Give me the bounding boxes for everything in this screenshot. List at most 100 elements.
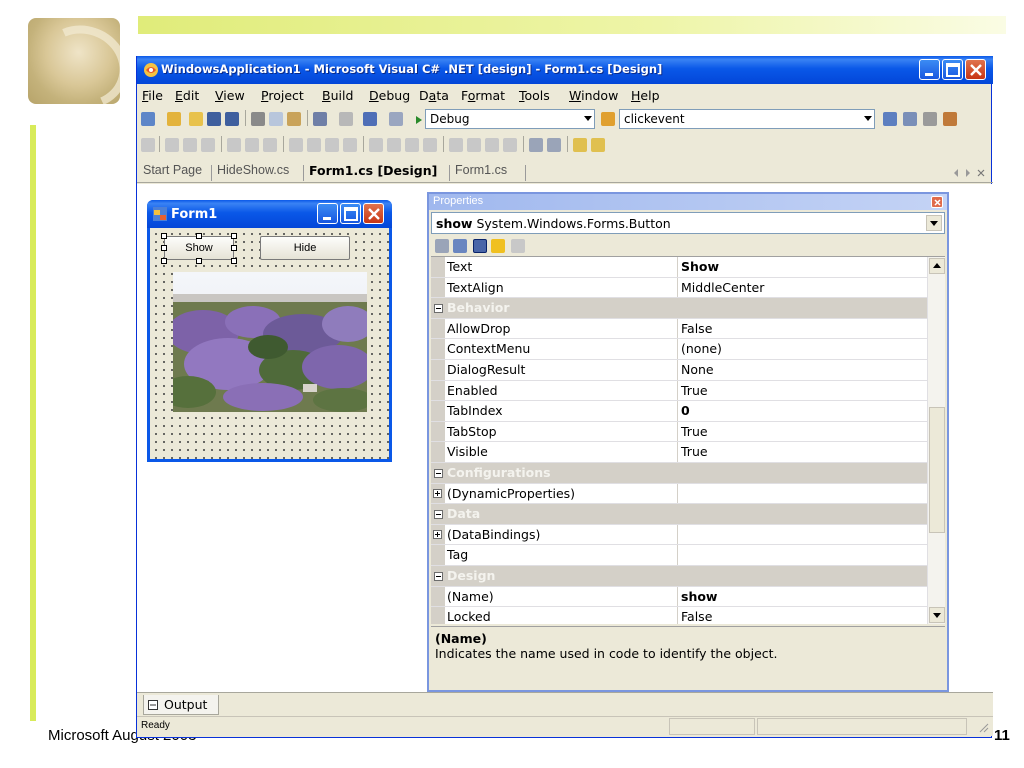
design-surface[interactable]: Form1 Show Hide Properties show System.W… (137, 184, 993, 692)
horizontal-spacing-icon[interactable] (369, 138, 383, 152)
scrollbar-thumb[interactable] (929, 407, 945, 533)
tab-form1-cs[interactable]: Form1.cs (455, 163, 507, 177)
send-to-back-icon[interactable] (591, 138, 605, 152)
object-selector-dropdown[interactable] (926, 215, 942, 231)
form1-maximize-button[interactable] (340, 203, 361, 224)
menu-window[interactable]: Window (569, 88, 618, 103)
find-icon[interactable] (601, 112, 615, 126)
navigate-forward-icon[interactable] (389, 112, 403, 126)
maximize-button[interactable] (942, 59, 963, 80)
remove-vertical-spacing-icon[interactable] (503, 138, 517, 152)
property-value[interactable]: True (681, 444, 708, 459)
object-selector-combo[interactable]: show System.Windows.Forms.Button (431, 212, 945, 234)
property-value[interactable]: 0 (681, 403, 690, 418)
align-middle-icon[interactable] (245, 138, 259, 152)
align-right-icon[interactable] (201, 138, 215, 152)
vertical-spacing-icon[interactable] (449, 138, 463, 152)
increase-vertical-spacing-icon[interactable] (467, 138, 481, 152)
minimize-button[interactable] (919, 59, 940, 80)
center-horizontally-icon[interactable] (529, 138, 543, 152)
menu-file[interactable]: File (142, 88, 163, 103)
property-row[interactable]: AllowDrop False (431, 318, 927, 340)
find-combo[interactable]: clickevent (619, 109, 875, 129)
resize-handle[interactable] (161, 258, 167, 264)
save-all-icon[interactable] (225, 112, 239, 126)
align-to-grid-icon[interactable] (141, 138, 155, 152)
expand-icon[interactable] (433, 488, 442, 498)
property-value[interactable]: (none) (681, 341, 722, 356)
form1-close-button[interactable] (363, 203, 384, 224)
property-value[interactable]: False (681, 321, 712, 336)
expand-icon[interactable] (433, 529, 442, 539)
collapse-icon[interactable] (434, 510, 443, 520)
decrease-horizontal-spacing-icon[interactable] (405, 138, 419, 152)
solution-config-combo[interactable]: Debug (425, 109, 595, 129)
property-row[interactable]: Visible True (431, 442, 927, 463)
tab-start-page[interactable]: Start Page (143, 163, 202, 177)
new-project-icon[interactable] (141, 112, 155, 126)
window-titlebar[interactable]: WindowsApplication1 - Microsoft Visual C… (137, 56, 993, 84)
properties-window-icon[interactable] (903, 112, 917, 126)
paste-icon[interactable] (287, 112, 301, 126)
property-row[interactable]: TabIndex 0 (431, 401, 927, 422)
property-category[interactable]: Behavior (431, 298, 927, 319)
solution-explorer-icon[interactable] (883, 112, 897, 126)
decrease-vertical-spacing-icon[interactable] (485, 138, 499, 152)
center-vertically-icon[interactable] (547, 138, 561, 152)
property-row[interactable]: TabStop True (431, 421, 927, 443)
tab-form1-design[interactable]: Form1.cs [Design] (309, 163, 437, 178)
undo-icon[interactable] (313, 112, 327, 126)
toolbox-icon[interactable] (923, 112, 937, 126)
property-value[interactable]: show (681, 589, 717, 604)
property-row[interactable]: Tag (431, 545, 927, 566)
scroll-up-button[interactable] (929, 258, 945, 274)
menu-format[interactable]: Format (461, 88, 505, 103)
make-same-width-icon[interactable] (289, 138, 303, 152)
form1-client-area[interactable]: Show Hide (150, 228, 389, 459)
class-view-icon[interactable] (943, 112, 957, 126)
resize-handle[interactable] (231, 258, 237, 264)
menu-build[interactable]: Build (322, 88, 353, 103)
collapse-icon[interactable] (434, 469, 443, 478)
property-row[interactable]: (DataBindings) (431, 524, 927, 546)
menu-data[interactable]: Data (419, 88, 449, 103)
property-row[interactable]: (DynamicProperties) (431, 483, 927, 505)
size-to-grid-icon[interactable] (307, 138, 321, 152)
property-value[interactable]: None (681, 362, 714, 377)
events-icon[interactable] (491, 239, 505, 253)
property-row[interactable]: Enabled True (431, 380, 927, 402)
categorized-icon[interactable] (435, 239, 449, 253)
properties-titlebar[interactable]: Properties (429, 194, 947, 210)
close-button[interactable] (965, 59, 986, 80)
form1-titlebar[interactable]: Form1 (147, 200, 392, 228)
property-value[interactable]: False (681, 609, 712, 624)
property-category[interactable]: Design (431, 566, 927, 587)
alphabetical-icon[interactable] (453, 239, 467, 253)
save-icon[interactable] (207, 112, 221, 126)
align-left-icon[interactable] (165, 138, 179, 152)
property-grid[interactable]: Text Show TextAlign MiddleCenter Behavior All… (431, 256, 945, 624)
menu-help[interactable]: Help (631, 88, 660, 103)
menu-project[interactable]: Project (261, 88, 304, 103)
property-pages-icon[interactable] (511, 239, 525, 253)
align-bottom-icon[interactable] (263, 138, 277, 152)
make-same-size-icon[interactable] (343, 138, 357, 152)
redo-icon[interactable] (339, 112, 353, 126)
scroll-down-button[interactable] (929, 607, 945, 623)
resize-grip-icon[interactable] (977, 721, 989, 733)
property-row[interactable]: (Name) show (431, 586, 927, 608)
add-item-icon[interactable] (167, 112, 181, 126)
property-category[interactable]: Data (431, 504, 927, 525)
resize-handle[interactable] (231, 245, 237, 251)
resize-handle[interactable] (161, 245, 167, 251)
align-top-icon[interactable] (227, 138, 241, 152)
menu-debug[interactable]: Debug (369, 88, 410, 103)
form1-minimize-button[interactable] (317, 203, 338, 224)
start-debug-icon[interactable] (415, 116, 423, 124)
property-row[interactable]: DialogResult None (431, 360, 927, 381)
property-row[interactable]: ContextMenu (none) (431, 339, 927, 360)
form1-window[interactable]: Form1 Show Hide (147, 200, 392, 462)
menu-view[interactable]: View (215, 88, 245, 103)
property-row[interactable]: Locked False (431, 607, 927, 624)
properties-close-button[interactable] (931, 196, 943, 208)
